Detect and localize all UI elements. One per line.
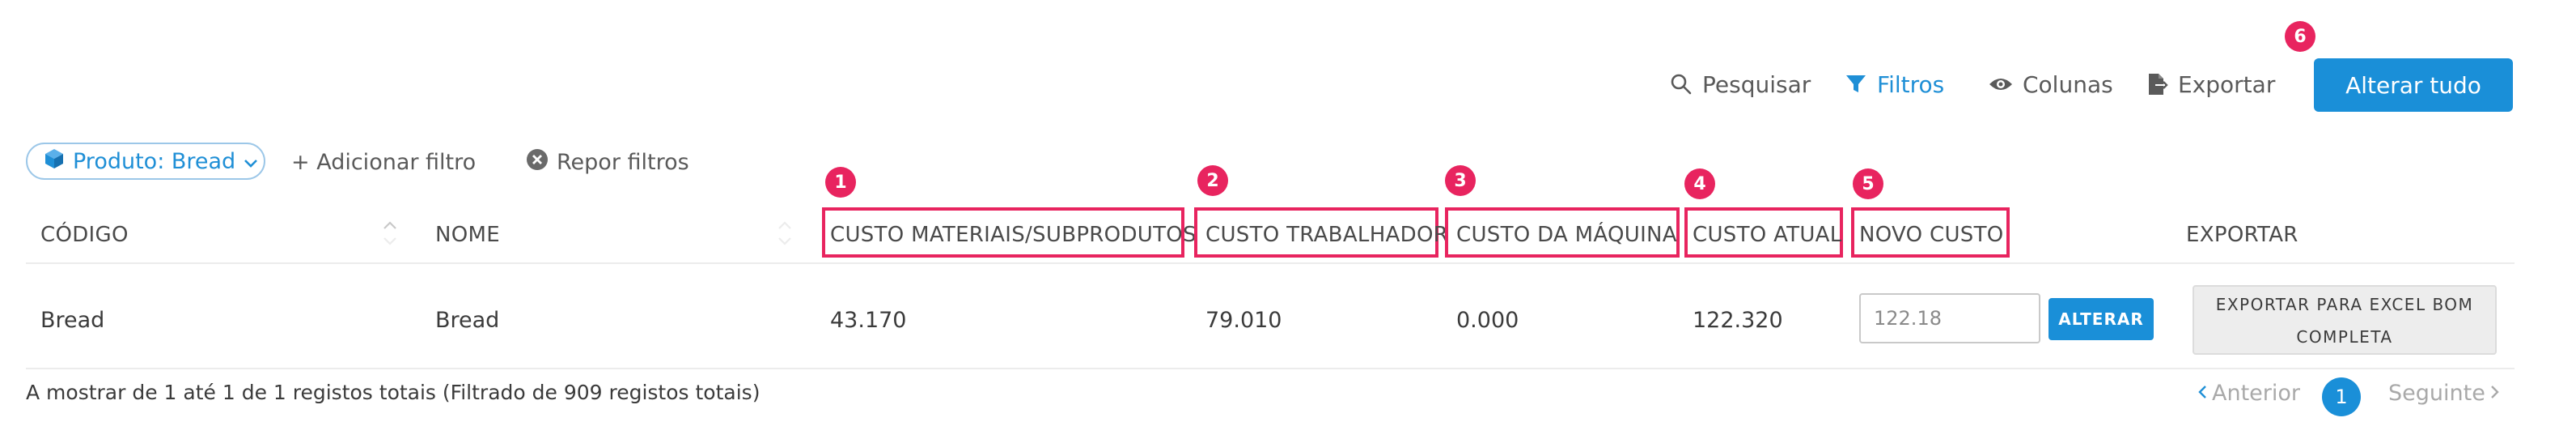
- column-header-custo-trabalhador: CUSTO TRABALHADOR: [1205, 223, 1449, 247]
- filters-button[interactable]: Filtros: [1845, 66, 1944, 102]
- next-label: Seguinte: [2388, 381, 2485, 406]
- cell-nome: Bread: [435, 307, 500, 333]
- export-file-icon: [2147, 72, 2168, 96]
- cell-custo-maquina: 0.000: [1456, 307, 1519, 333]
- eye-icon: [1989, 75, 2013, 94]
- reset-filters-link[interactable]: Repor filtros: [526, 144, 689, 180]
- sort-icon[interactable]: [382, 219, 398, 251]
- cube-icon: [44, 147, 65, 176]
- export-excel-line2: COMPLETA: [2296, 327, 2393, 347]
- alter-all-button[interactable]: Alterar tudo: [2314, 58, 2513, 112]
- chevron-left-icon: [2197, 381, 2207, 406]
- pagination-previous[interactable]: Anterior: [2197, 381, 2300, 406]
- cell-custo-atual: 122.320: [1693, 307, 1783, 333]
- add-filter-link[interactable]: + Adicionar filtro: [291, 144, 476, 180]
- badge-3: 3: [1445, 165, 1476, 196]
- export-excel-bom-button[interactable]: EXPORTAR PARA EXCEL BOM COMPLETA: [2193, 285, 2497, 355]
- badge-6: 6: [2285, 21, 2315, 52]
- filter-icon: [1845, 73, 1867, 96]
- chevron-down-icon: [244, 149, 258, 174]
- column-header-custo-atual: CUSTO ATUAL: [1693, 223, 1842, 247]
- search-icon: [1670, 73, 1693, 96]
- badge-1: 1: [825, 167, 856, 198]
- sort-icon[interactable]: [777, 219, 793, 251]
- chevron-right-icon: [2490, 381, 2500, 406]
- novo-custo-input[interactable]: [1859, 293, 2040, 343]
- badge-5: 5: [1853, 168, 1883, 199]
- pagination-next[interactable]: Seguinte: [2388, 381, 2500, 406]
- records-summary: A mostrar de 1 até 1 de 1 registos totai…: [26, 381, 761, 404]
- export-excel-line1: EXPORTAR PARA EXCEL BOM: [2215, 295, 2474, 314]
- cell-custo-trabalhador: 79.010: [1205, 307, 1282, 333]
- column-header-custo-maquina: CUSTO DA MÁQUINA: [1456, 223, 1677, 247]
- filters-label: Filtros: [1877, 70, 1945, 98]
- column-header-novo-custo: NOVO CUSTO: [1859, 223, 2004, 247]
- previous-label: Anterior: [2212, 381, 2301, 406]
- export-button[interactable]: Exportar: [2147, 66, 2275, 102]
- badge-4: 4: [1684, 168, 1715, 199]
- column-header-codigo[interactable]: CÓDIGO: [40, 219, 129, 251]
- column-header-nome[interactable]: NOME: [435, 219, 500, 251]
- columns-label: Colunas: [2023, 70, 2113, 98]
- row-divider: [26, 368, 2515, 369]
- reset-filters-label: Repor filtros: [557, 149, 689, 175]
- column-header-custo-materiais: CUSTO MATERIAIS/SUBPRODUTOS: [830, 223, 1197, 247]
- close-circle-icon: [526, 148, 549, 177]
- badge-2: 2: [1197, 165, 1228, 196]
- product-filter-label: Produto: Bread: [73, 148, 236, 174]
- column-header-exportar: EXPORTAR: [2186, 223, 2298, 247]
- search-label: Pesquisar: [1702, 70, 1811, 98]
- export-label: Exportar: [2178, 70, 2276, 98]
- product-filter-chip[interactable]: Produto: Bread: [26, 143, 265, 180]
- columns-button[interactable]: Colunas: [1989, 66, 2113, 102]
- pagination-page-current[interactable]: 1: [2322, 377, 2361, 416]
- header-divider: [26, 262, 2515, 264]
- cell-codigo: Bread: [40, 307, 105, 333]
- cell-custo-materiais: 43.170: [830, 307, 907, 333]
- alterar-button[interactable]: ALTERAR: [2049, 298, 2154, 340]
- search-button[interactable]: Pesquisar: [1670, 66, 1811, 102]
